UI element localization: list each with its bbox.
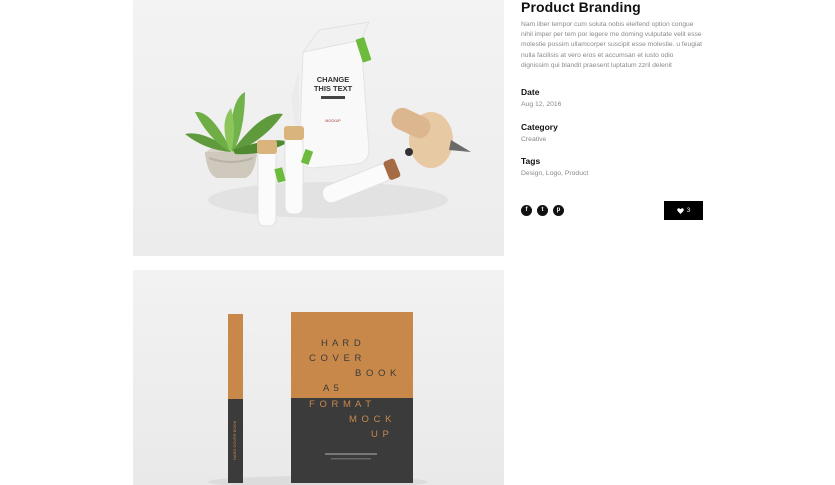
svg-text:A 5: A 5 bbox=[323, 383, 340, 394]
category-value: Creative bbox=[521, 136, 547, 143]
project-description: Nam liber tempor cum soluta nobis eleife… bbox=[521, 21, 703, 69]
like-count: 3 bbox=[686, 207, 691, 214]
svg-text:MOCKUP: MOCKUP bbox=[325, 119, 341, 123]
twitter-icon[interactable]: t bbox=[537, 205, 548, 216]
book-mockup-illustration: HARD COVER BOOK H A R D C O V E R B O O … bbox=[208, 312, 428, 485]
like-button[interactable]: 3 bbox=[664, 201, 703, 220]
facebook-icon[interactable]: f bbox=[521, 205, 532, 216]
svg-text:M O C K: M O C K bbox=[349, 414, 392, 425]
svg-text:THIS TEXT: THIS TEXT bbox=[314, 84, 353, 93]
branding-mockup-illustration: CHANGE THIS TEXT MOCKUP bbox=[185, 21, 471, 227]
pinterest-icon[interactable]: p bbox=[553, 205, 564, 216]
product-branding-image[interactable]: CHANGE THIS TEXT MOCKUP bbox=[133, 0, 504, 256]
svg-text:HARD COVER BOOK: HARD COVER BOOK bbox=[232, 420, 237, 460]
svg-text:C O V E R: C O V E R bbox=[309, 353, 362, 364]
tags-label: Tags bbox=[521, 156, 541, 166]
tags-value: Design, Logo, Product bbox=[521, 170, 589, 177]
date-label: Date bbox=[521, 87, 540, 97]
svg-text:U P: U P bbox=[371, 429, 390, 440]
project-title: Product Branding bbox=[521, 0, 641, 15]
svg-text:CHANGE: CHANGE bbox=[317, 75, 350, 84]
svg-text:F O R M A T: F O R M A T bbox=[309, 399, 372, 410]
date-value: Aug 12, 2016 bbox=[521, 101, 562, 108]
category-label: Category bbox=[521, 122, 558, 132]
heart-icon bbox=[677, 207, 684, 214]
svg-text:B O O K: B O O K bbox=[355, 368, 397, 379]
svg-text:H A R D: H A R D bbox=[321, 338, 362, 349]
book-mockup-image[interactable]: HARD COVER BOOK H A R D C O V E R B O O … bbox=[133, 270, 504, 485]
